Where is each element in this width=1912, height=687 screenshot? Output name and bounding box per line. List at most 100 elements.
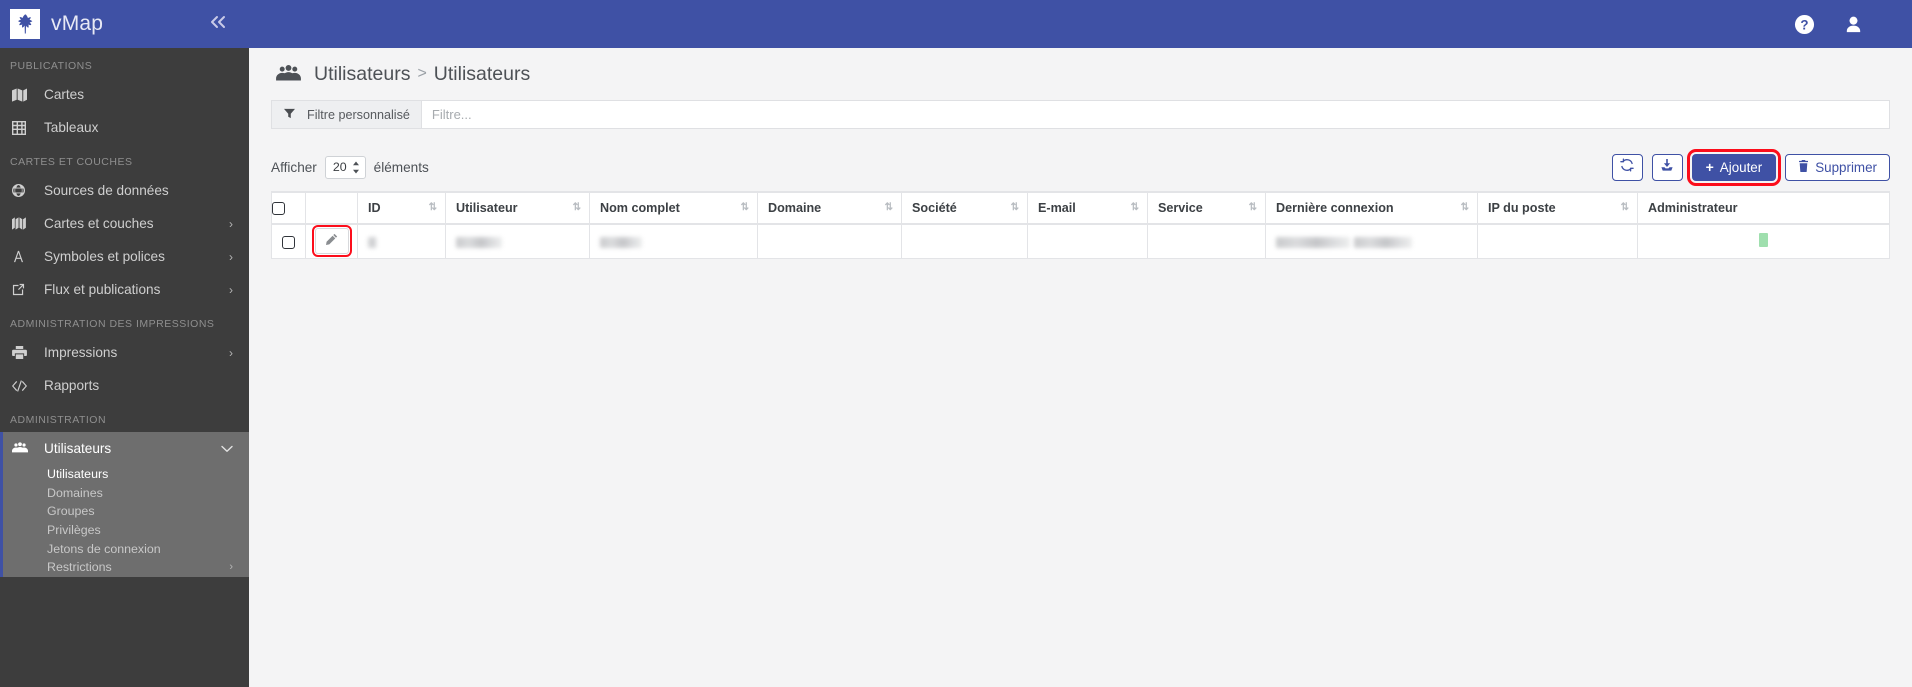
sidebar-subitem-restrictions[interactable]: Restrictions › [0,558,249,577]
chevron-right-icon: › [229,282,233,297]
table-header: ID ⇅ Utilisateur ⇅ Nom complet ⇅ Domaine… [271,191,1890,225]
user-avatar-icon[interactable] [1843,14,1864,35]
sidebar-section-publications: PUBLICATIONS [10,60,93,72]
users-table: ID ⇅ Utilisateur ⇅ Nom complet ⇅ Domaine… [271,191,1890,259]
chevron-double-left-icon[interactable] [208,14,239,34]
sidebar-item-label: Sources de données [44,183,169,198]
sort-arrows-icon: ⇅ [572,202,581,213]
sidebar-item-symboles-et-polices[interactable]: Symboles et polices › [0,240,249,273]
trash-icon [1798,159,1809,175]
refresh-sync-icon [1620,157,1634,177]
table-header-nom-complet[interactable]: Nom complet ⇅ [589,191,758,225]
external-link-icon [12,283,38,296]
font-a-icon [12,250,38,263]
sidebar-item-rapports[interactable]: Rapports [0,369,249,402]
redacted-value [368,236,377,248]
sidebar-subitem-groupes[interactable]: Groupes [0,502,249,521]
question-circle-icon[interactable]: ? [1794,14,1815,35]
sidebar-item-flux-et-publications[interactable]: Flux et publications › [0,273,249,306]
table-header-edit [305,191,358,225]
sidebar-submenu-utilisateurs: Utilisateurs Domaines Groupes Privilèges… [0,465,249,577]
sort-arrows-icon: ⇅ [1460,202,1469,213]
sidebar-subitem-privileges[interactable]: Privilèges [0,521,249,540]
custom-filter-button[interactable]: Filtre personnalisé [272,101,422,128]
redacted-value [1276,236,1350,248]
filter-input[interactable] [421,101,1889,128]
cell-nom-complet [589,223,758,259]
funnel-filter-icon [284,108,295,122]
redacted-value [1354,236,1412,248]
column-label: Utilisateur [456,201,518,215]
table-grid-icon [12,120,38,135]
sidebar-subitem-utilisateurs[interactable]: Utilisateurs [0,465,249,484]
delete-button[interactable]: Supprimer [1785,153,1890,181]
cell-derniere-connexion [1265,223,1478,259]
table-header-ip-du-poste[interactable]: IP du poste ⇅ [1477,191,1638,225]
cell-service [1147,223,1266,259]
sidebar-section-administration: ADMINISTRATION [10,414,107,426]
edit-row-button[interactable] [311,225,352,258]
sidebar-subitem-label: Domaines [47,485,103,500]
select-all-checkbox[interactable] [272,202,285,216]
custom-filter-label: Filtre personnalisé [307,107,410,122]
sidebar-item-label: Cartes [44,87,85,102]
row-checkbox[interactable] [282,235,295,249]
sort-arrows-icon: ⇅ [1248,202,1257,213]
table-header-domaine[interactable]: Domaine ⇅ [757,191,902,225]
page-length-value: 20 [332,160,347,174]
refresh-button[interactable] [1611,153,1643,181]
sidebar-item-impressions[interactable]: Impressions › [0,336,249,369]
sidebar-item-tableaux[interactable]: Tableaux [0,111,249,144]
cell-domaine [757,223,902,259]
cell-email [1027,223,1148,259]
chevron-right-icon: › [229,249,233,264]
cell-ip-du-poste [1477,223,1638,259]
svg-text:?: ? [1800,17,1808,32]
filter-bar: Filtre personnalisé [271,100,1890,129]
table-header-service[interactable]: Service ⇅ [1147,191,1266,225]
page-title: Utilisateurs [433,62,531,85]
table-header-societe[interactable]: Société ⇅ [901,191,1028,225]
column-label: Service [1158,201,1203,215]
code-brackets-icon [12,379,38,392]
breadcrumb-root[interactable]: Utilisateurs [314,63,410,86]
table-header-email[interactable]: E-mail ⇅ [1027,191,1148,225]
row-edit-cell[interactable] [305,223,358,259]
sort-arrows-icon: ⇅ [1130,202,1139,213]
column-label: ID [368,201,381,215]
sidebar-item-cartes[interactable]: Cartes [0,78,249,111]
users-group-icon [276,64,301,84]
row-select-cell[interactable] [271,223,306,259]
column-label: IP du poste [1488,201,1556,215]
add-button[interactable]: + Ajouter [1686,148,1782,186]
sidebar-item-label: Impressions [44,345,118,360]
export-button[interactable] [1651,153,1683,181]
main-area: ? Utilisateurs > Utilisateurs Filtre per… [249,0,1912,687]
sidebar-item-label: Rapports [44,378,100,393]
column-label: Dernière connexion [1276,201,1394,215]
sidebar-item-sources-de-donnees[interactable]: Sources de données [0,174,249,207]
sidebar-item-label: Symboles et polices [44,249,165,264]
redacted-value [600,236,642,248]
map-icon [12,87,38,102]
users-group-icon [12,442,38,455]
chevron-right-icon: › [229,216,233,231]
sidebar-item-cartes-et-couches[interactable]: Cartes et couches › [0,207,249,240]
column-label: Société [912,201,957,215]
table-header-id[interactable]: ID ⇅ [357,191,446,225]
sidebar-subitem-jetons-de-connexion[interactable]: Jetons de connexion [0,539,249,558]
table-header-derniere-connexion[interactable]: Dernière connexion ⇅ [1265,191,1478,225]
sidebar-item-label: Utilisateurs [44,441,112,456]
page-length-select[interactable]: 20 [324,155,366,179]
table-row[interactable] [271,223,1890,259]
table-header-select-all[interactable] [271,191,306,225]
sidebar-subitem-domaines[interactable]: Domaines [0,484,249,503]
column-label: E-mail [1038,201,1076,215]
elements-label: éléments [373,159,429,175]
column-label: Domaine [768,201,822,215]
table-header-administrateur: Administrateur [1637,191,1890,225]
plus-icon: + [1705,159,1714,175]
table-header-utilisateur[interactable]: Utilisateur ⇅ [445,191,590,225]
cell-id [357,223,446,259]
sidebar-item-utilisateurs[interactable]: Utilisateurs [0,432,249,465]
